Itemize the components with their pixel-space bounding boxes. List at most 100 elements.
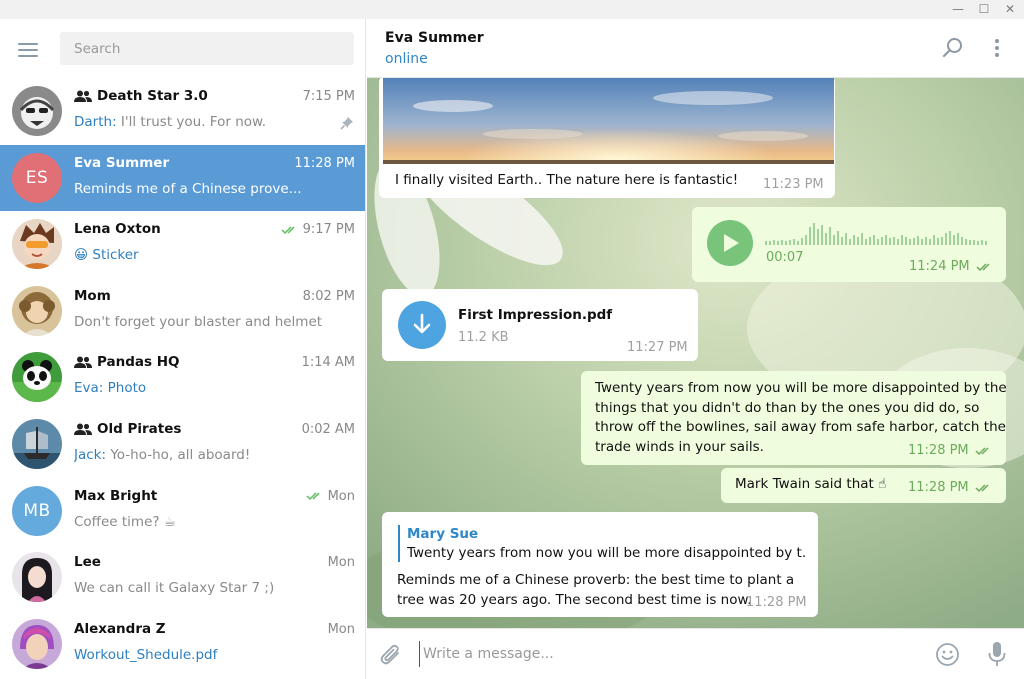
- dialog-list: Death Star 3.0 7:15 PM Darth: I'll trust…: [0, 78, 365, 678]
- dialog-name: Pandas HQ: [74, 354, 180, 370]
- group-icon: [74, 90, 92, 102]
- more-options-icon[interactable]: [987, 36, 1007, 60]
- dialog-time: Mon: [327, 555, 355, 571]
- message-line: Reminds me of a Chinese proverb: the bes…: [397, 572, 795, 588]
- reply-snippet[interactable]: Twenty years from now you will be more d…: [407, 545, 807, 561]
- voice-duration: 00:07: [766, 250, 804, 265]
- message-time: 11:27 PM: [627, 340, 688, 355]
- waveform[interactable]: [765, 223, 991, 245]
- panda-avatar: [12, 352, 62, 403]
- window-titlebar: — ☐ ✕: [0, 0, 1024, 19]
- chat-header: Eva Summer online: [367, 19, 1024, 78]
- message-line: tree was 20 years ago. The second best t…: [397, 592, 752, 608]
- dialog-preview: Darth: I'll trust you. For now.: [74, 114, 267, 130]
- reply-bar: [398, 525, 400, 562]
- dialog-time: Mon: [327, 621, 355, 637]
- message-text: Mark Twain said that ☝: [735, 476, 887, 492]
- double-check-icon: [975, 483, 989, 492]
- file-message[interactable]: First Impression.pdf 11.2 KB 11:27 PM: [382, 289, 698, 361]
- message-time: 11:28 PM: [908, 480, 993, 495]
- dialog-name: Eva Summer: [74, 154, 170, 171]
- attach-icon[interactable]: [379, 642, 403, 668]
- dialog-name: Death Star 3.0: [74, 88, 208, 104]
- lee-avatar: [12, 552, 62, 603]
- dialog-item[interactable]: Mom 8:02 PM Don't forget your blaster an…: [0, 278, 365, 345]
- dialog-preview: Don't forget your blaster and helmet: [74, 313, 323, 330]
- mom-avatar: [12, 285, 62, 336]
- download-button[interactable]: [398, 301, 446, 349]
- group-icon: [74, 356, 92, 369]
- dialog-time: 0:02 AM: [301, 421, 355, 437]
- dialog-preview: Reminds me of a Chinese prove...: [74, 180, 302, 197]
- message-line: Twenty years from now you will be more d…: [595, 380, 1007, 396]
- message-time: 11:28 PM: [908, 443, 993, 458]
- dialog-time: 8:02 PM: [302, 288, 355, 304]
- message-text: Reminds me of a Chinese proverb: the bes…: [397, 570, 794, 610]
- dialog-time: Mon: [306, 489, 355, 504]
- dialog-item[interactable]: MB Max Bright Mon Coffee time? ☕: [0, 478, 365, 545]
- stormtrooper-avatar: [12, 86, 62, 136]
- dialog-preview: Workout_Shedule.pdf: [74, 646, 218, 663]
- message-time: 11:28 PM: [746, 595, 807, 610]
- close-button[interactable]: ✕: [1002, 2, 1018, 17]
- message-time: 11:24 PM: [909, 259, 994, 274]
- ship-avatar: [12, 418, 62, 469]
- dialog-preview: Eva: Photo: [74, 380, 147, 397]
- dialog-name: Alexandra Z: [74, 620, 166, 637]
- photo-message[interactable]: I finally visited Earth.. The nature her…: [379, 78, 835, 198]
- dialog-item[interactable]: Lee Mon We can call it Galaxy Star 7 ;): [0, 544, 365, 611]
- dialog-name: Old Pirates: [74, 421, 181, 437]
- double-check-icon: [306, 492, 320, 501]
- dialog-name: Lee: [74, 554, 101, 571]
- reply-author[interactable]: Mary Sue: [407, 526, 478, 542]
- sunset-photo[interactable]: [383, 78, 834, 164]
- double-check-icon: [975, 446, 989, 455]
- search-input[interactable]: [60, 32, 354, 65]
- message-input[interactable]: [419, 641, 919, 667]
- message-history[interactable]: I finally visited Earth.. The nature her…: [367, 78, 1024, 628]
- search-icon[interactable]: [941, 36, 965, 60]
- message-line: throw off the bowlines, sail away from s…: [595, 419, 1006, 435]
- double-check-icon: [281, 226, 295, 234]
- dialog-preview: Coffee time? ☕: [74, 513, 176, 530]
- dialog-preview: We can call it Galaxy Star 7 ;): [74, 580, 275, 597]
- message-time: 11:23 PM: [763, 177, 824, 192]
- initials-avatar: ES: [12, 152, 62, 203]
- microphone-icon[interactable]: [987, 641, 1007, 668]
- play-icon: [724, 234, 739, 252]
- dialog-time: 1:14 AM: [301, 355, 355, 371]
- dialog-preview: 😀 Sticker: [74, 247, 139, 264]
- maximize-button[interactable]: ☐: [976, 2, 992, 17]
- play-button[interactable]: [707, 220, 753, 266]
- initials-avatar: MB: [12, 485, 62, 536]
- dialog-name: Mom: [74, 287, 111, 304]
- menu-icon[interactable]: [18, 41, 40, 57]
- message-line: things that you didn't do than by the on…: [595, 399, 980, 416]
- peer-status: online: [385, 51, 428, 67]
- dialog-name: Lena Oxton: [74, 221, 161, 238]
- dialog-item[interactable]: Old Pirates 0:02 AM Jack: Yo-ho-ho, all …: [0, 411, 365, 478]
- peer-name[interactable]: Eva Summer: [385, 30, 484, 46]
- dialog-preview: Jack: Yo-ho-ho, all aboard!: [74, 446, 251, 463]
- file-name[interactable]: First Impression.pdf: [458, 307, 612, 323]
- dialog-item[interactable]: Lena Oxton 9:17 PM 😀 Sticker: [0, 211, 365, 278]
- emoji-icon[interactable]: [935, 642, 960, 667]
- alexandra-avatar: [12, 618, 62, 669]
- file-size: 11.2 KB: [458, 330, 509, 345]
- dialog-item[interactable]: Pandas HQ 1:14 AM Eva: Photo: [0, 344, 365, 411]
- group-icon: [74, 423, 92, 435]
- message-composer: [367, 628, 1024, 679]
- minimize-button[interactable]: —: [950, 2, 966, 17]
- dialog-time: 11:28 PM: [294, 155, 355, 171]
- download-icon: [413, 313, 431, 334]
- text-message[interactable]: Mark Twain said that ☝ 11:28 PM: [721, 468, 1006, 503]
- dialog-item[interactable]: Alexandra Z Mon Workout_Shedule.pdf: [0, 611, 365, 678]
- dialog-time: 9:17 PM: [281, 222, 355, 237]
- sidebar: Death Star 3.0 7:15 PM Darth: I'll trust…: [0, 19, 366, 679]
- voice-message[interactable]: 00:07 11:24 PM: [692, 207, 1006, 282]
- dialog-item-active[interactable]: ES Eva Summer 11:28 PM Reminds me of a C…: [0, 144, 365, 212]
- photo-caption: I finally visited Earth.. The nature her…: [395, 172, 739, 188]
- text-message[interactable]: Twenty years from now you will be more d…: [581, 371, 1007, 465]
- reply-message[interactable]: Mary Sue Twenty years from now you will …: [382, 512, 818, 617]
- dialog-item[interactable]: Death Star 3.0 7:15 PM Darth: I'll trust…: [0, 78, 365, 145]
